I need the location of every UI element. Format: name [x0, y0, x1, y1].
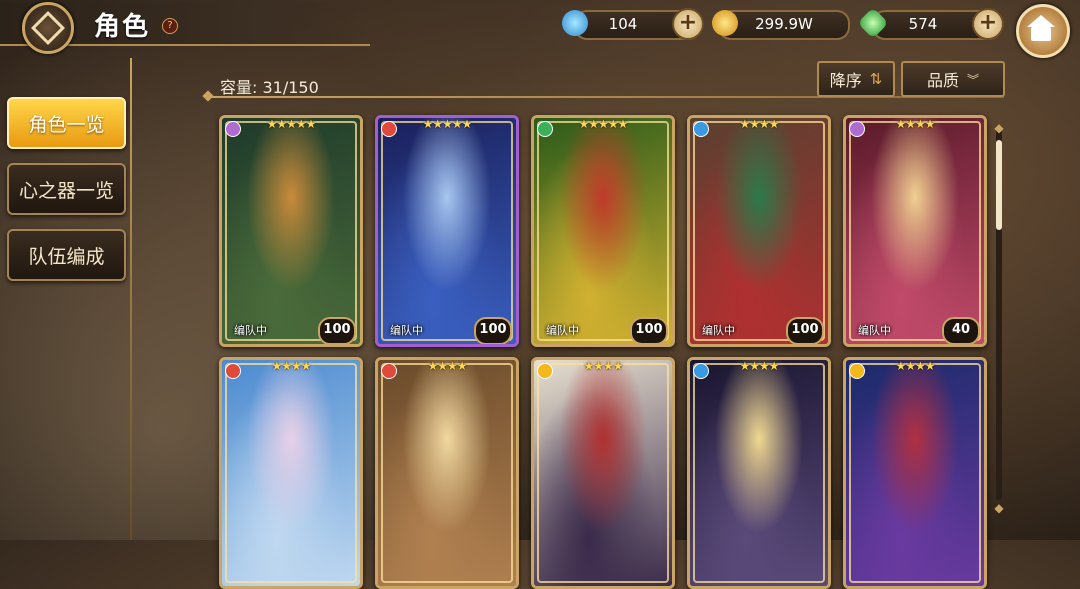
water-value: 104 [608, 15, 638, 33]
gold-coin-icon [712, 10, 738, 36]
sidebar-item-team-formation[interactable]: 队伍编成 [7, 229, 126, 281]
character-card[interactable]: ★★★★ [219, 357, 363, 589]
scrollbar-thumb[interactable] [996, 140, 1002, 230]
level-badge: 100 [318, 317, 356, 344]
add-water-button[interactable]: + [672, 8, 704, 40]
quality-filter-label: 品质 [926, 71, 959, 90]
rarity-stars: ★★★★ [895, 117, 935, 131]
rarity-stars: ★★★★ [427, 359, 467, 373]
in-team-label: 编队中 [702, 324, 735, 337]
level-badge: 100 [786, 317, 824, 344]
home-button[interactable] [1016, 4, 1070, 58]
character-card[interactable]: ★★★★ 编队中 40 [843, 115, 987, 347]
level-badge: 100 [630, 317, 668, 344]
in-team-label: 编队中 [858, 324, 891, 337]
rarity-stars: ★★★★ [271, 359, 311, 373]
capacity-label: 容量: 31/150 [220, 78, 319, 97]
character-card[interactable]: ★★★★ 编队中 100 [687, 115, 831, 347]
character-card[interactable]: ★★★★★ 编队中 100 [375, 115, 519, 347]
quality-filter-dropdown[interactable]: 品质 ︾ [901, 61, 1005, 97]
sidebar-item-character-list[interactable]: 角色一览 [7, 97, 126, 149]
level-badge: 100 [474, 317, 512, 344]
sort-order-button[interactable]: 降序 ⇅ [817, 61, 895, 97]
character-card[interactable]: ★★★★ [531, 357, 675, 589]
home-icon [1027, 15, 1055, 27]
rarity-stars: ★★★★ [739, 117, 779, 131]
rarity-stars: ★★★★★ [266, 117, 317, 131]
character-card[interactable]: ★★★★★ 编队中 100 [531, 115, 675, 347]
back-button[interactable] [22, 2, 74, 54]
rarity-stars: ★★★★ [583, 359, 623, 373]
sort-order-label: 降序 [829, 71, 862, 90]
scroll-top-icon: ◆ [994, 121, 1004, 135]
chevron-down-icon: ︾ [967, 72, 980, 87]
character-card[interactable]: ★★★★ [843, 357, 987, 589]
sort-arrows-icon: ⇅ [869, 70, 883, 88]
diamond-icon [31, 11, 65, 45]
sidebar-divider [130, 58, 132, 540]
add-crystal-button[interactable]: + [972, 8, 1004, 40]
gold-value: 299.9W [755, 15, 813, 33]
in-team-label: 编队中 [546, 324, 579, 337]
character-card[interactable]: ★★★★★ 编队中 100 [219, 115, 363, 347]
page-title: 角色 [94, 12, 151, 42]
character-card[interactable]: ★★★★ [375, 357, 519, 589]
sidebar-item-heart-vessel-list[interactable]: 心之器一览 [7, 163, 126, 215]
character-card[interactable]: ★★★★ [687, 357, 831, 589]
scroll-bottom-icon: ◆ [994, 501, 1004, 515]
help-icon[interactable]: ? [162, 18, 178, 34]
rarity-stars: ★★★★ [895, 359, 935, 373]
crystal-value: 574 [908, 15, 938, 33]
in-team-label: 编队中 [234, 324, 267, 337]
rarity-stars: ★★★★★ [578, 117, 629, 131]
rarity-stars: ★★★★★ [422, 117, 473, 131]
top-bar: 角色 ? 104 + 299.9W 574 + [0, 0, 1080, 58]
rarity-stars: ★★★★ [739, 359, 779, 373]
water-drop-icon [562, 10, 588, 36]
level-badge: 40 [942, 317, 980, 344]
in-team-label: 编队中 [390, 324, 423, 337]
